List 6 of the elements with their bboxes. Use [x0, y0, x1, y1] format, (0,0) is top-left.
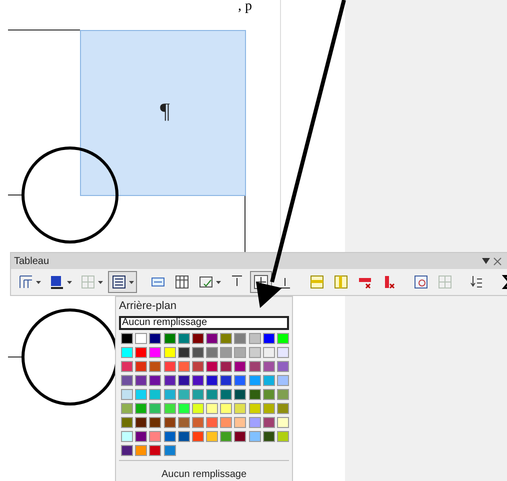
- color-field[interactable]: Aucun remplissage: [119, 316, 289, 330]
- no-fill-button[interactable]: Aucun remplissage: [119, 468, 289, 481]
- paragraph-mark: ¶: [160, 98, 170, 124]
- document-text: , p: [238, 0, 252, 14]
- toolbar-title: Tableau: [14, 254, 50, 268]
- popup-title: Arrière-plan: [119, 299, 178, 314]
